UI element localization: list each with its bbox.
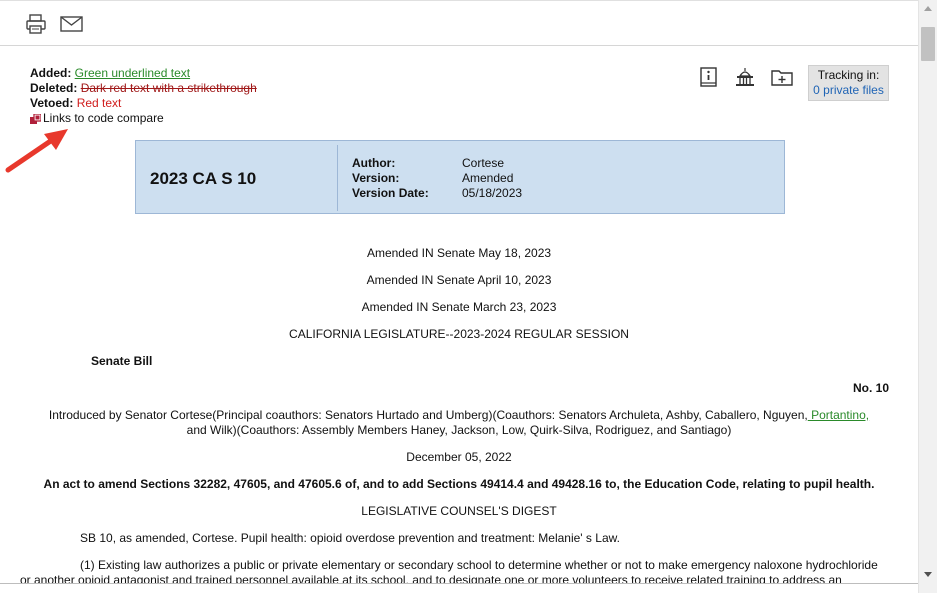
amended-line-2: Amended IN Senate April 10, 2023 xyxy=(366,273,552,287)
author-row: Author: Cortese xyxy=(352,156,522,171)
bill-type: Senate Bill xyxy=(91,354,153,368)
bill-header-box: 2023 CA S 10 Author: Cortese Version: Am… xyxy=(135,140,785,214)
bottom-border xyxy=(0,583,918,584)
introduced-text: Introduced by Senator Cortese(Principal … xyxy=(48,408,808,422)
paragraph-1-line-2: or another opioid antagonist and trained… xyxy=(20,573,842,583)
header-divider xyxy=(337,145,338,211)
bill-meta: Author: Cortese Version: Amended Version… xyxy=(352,156,522,201)
version-date-label: Version Date: xyxy=(352,186,429,200)
scroll-down-icon[interactable] xyxy=(919,566,937,583)
legend-deleted: Deleted: Dark red text with a strikethro… xyxy=(30,81,257,96)
legend-added: Added: Green underlined text xyxy=(30,66,257,81)
version-label: Version: xyxy=(352,171,400,185)
bill-no: No. 10 xyxy=(852,381,889,395)
amended-line-3: Amended IN Senate March 23, 2023 xyxy=(361,300,557,314)
vertical-scrollbar[interactable] xyxy=(918,0,937,593)
amended-line-1: Amended IN Senate May 18, 2023 xyxy=(366,246,552,260)
printer-icon[interactable] xyxy=(25,13,47,38)
version-value: Amended xyxy=(462,171,514,185)
version-row: Version: Amended xyxy=(352,171,522,186)
act-title: An act to amend Sections 32282, 47605, a… xyxy=(43,477,875,491)
digest-summary: SB 10, as amended, Cortese. Pupil health… xyxy=(80,531,620,545)
deleted-sample: Dark red text with a strikethrough xyxy=(80,81,257,95)
author-value: Cortese xyxy=(462,156,505,170)
vetoed-sample: Red text xyxy=(76,96,122,110)
author-label: Author: xyxy=(352,156,396,170)
private-files-link[interactable]: 0 private files xyxy=(809,83,888,98)
version-date-value: 05/18/2023 xyxy=(462,186,523,200)
tracking-panel: Tracking in: 0 private files xyxy=(808,65,889,101)
scroll-up-icon[interactable] xyxy=(919,0,937,17)
version-date-row: Version Date: 05/18/2023 xyxy=(352,186,522,201)
envelope-icon[interactable] xyxy=(60,16,83,35)
bill-number: 2023 CA S 10 xyxy=(150,169,257,188)
red-arrow-icon xyxy=(0,120,80,183)
session-line: CALIFORNIA LEGISLATURE--2023-2024 REGULA… xyxy=(289,327,629,341)
vetoed-label: Vetoed: xyxy=(30,96,74,110)
top-toolbar xyxy=(0,0,918,46)
tracking-label: Tracking in: xyxy=(817,68,880,82)
added-label: Added: xyxy=(30,66,72,80)
intro-date: December 05, 2022 xyxy=(406,450,512,464)
markup-legend: Added: Green underlined text Deleted: Da… xyxy=(30,66,257,126)
scroll-thumb[interactable] xyxy=(921,27,935,61)
legend-vetoed: Vetoed: Red text xyxy=(30,96,257,111)
added-coauthor: Portantino, xyxy=(807,408,870,422)
digest-title: LEGISLATIVE COUNSEL'S DIGEST xyxy=(361,504,557,518)
bill-info-icon[interactable] xyxy=(698,66,720,91)
paragraph-1-line-1: (1) Existing law authorizes a public or … xyxy=(80,558,878,572)
add-to-folder-icon[interactable] xyxy=(770,66,794,91)
deleted-label: Deleted: xyxy=(30,81,78,95)
added-sample: Green underlined text xyxy=(74,66,191,80)
introduced-line-1: Introduced by Senator Cortese(Principal … xyxy=(0,408,918,422)
capitol-building-icon[interactable] xyxy=(734,66,756,91)
introduced-line-2: and Wilk)(Coauthors: Assembly Members Ha… xyxy=(186,423,732,437)
